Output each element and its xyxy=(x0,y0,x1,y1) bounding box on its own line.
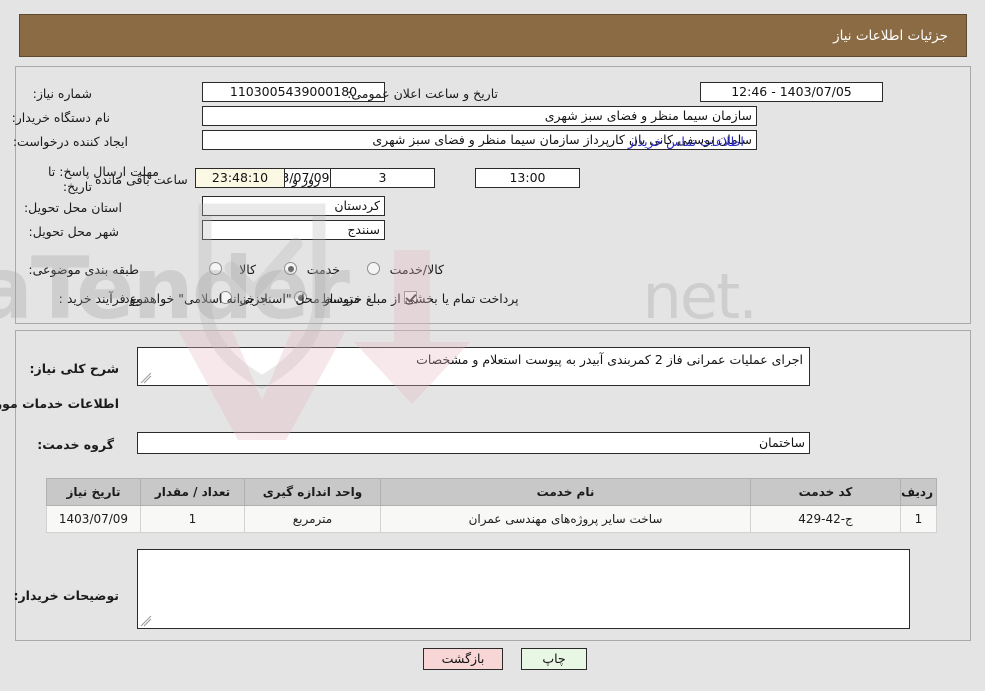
province-value: کردستان xyxy=(202,196,385,216)
need-summary-panel xyxy=(15,66,971,324)
cell-qty: 1 xyxy=(140,505,245,533)
radio-category-kala-khedmat-label[interactable]: کالا/خدمت xyxy=(390,262,444,277)
col-code: کد خدمت xyxy=(750,478,901,506)
announce-datetime-label: تاریخ و ساعت اعلان عمومی: xyxy=(347,86,498,101)
cell-code: ج-42-429 xyxy=(750,505,901,533)
table-header-row: ردیف کد خدمت نام خدمت واحد اندازه گیری ت… xyxy=(46,478,937,506)
buyer-org-value: سازمان سیما منظر و فضای سبز شهری xyxy=(202,106,757,126)
page-header-bar: جزئیات اطلاعات نیاز xyxy=(19,14,967,57)
radio-category-khedmat[interactable] xyxy=(284,262,297,275)
radio-category-kala-label[interactable]: کالا xyxy=(239,262,256,277)
cell-radif: 1 xyxy=(900,505,937,533)
announce-datetime-field: 1403/07/05 - 12:46 xyxy=(700,82,883,102)
service-group-value: ساختمان xyxy=(137,432,810,454)
summary-label: شرح کلی نیاز: xyxy=(29,361,119,376)
services-heading: اطلاعات خدمات مورد نیاز xyxy=(0,396,119,411)
cell-date: 1403/07/09 xyxy=(46,505,141,533)
deadline-label-line2: تاریخ: xyxy=(62,179,92,194)
service-group-label: گروه خدمت: xyxy=(37,437,114,452)
resize-grip-icon[interactable] xyxy=(140,615,152,627)
countdown-timer: 23:48:10 xyxy=(195,168,285,188)
col-radif: ردیف xyxy=(900,478,937,506)
services-table: ردیف کد خدمت نام خدمت واحد اندازه گیری ت… xyxy=(46,478,937,533)
col-name: نام خدمت xyxy=(380,478,751,506)
cell-unit: مترمربع xyxy=(244,505,381,533)
col-unit: واحد اندازه گیری xyxy=(244,478,381,506)
print-button[interactable]: چاپ xyxy=(521,648,587,670)
summary-textarea[interactable]: اجرای عملیات عمرانی فاز 2 کمربندی آبیدر … xyxy=(137,347,810,386)
category-label: طبقه بندی موضوعی: xyxy=(28,262,139,277)
buyer-org-label: نام دستگاه خریدار: xyxy=(11,110,110,125)
radio-category-khedmat-label[interactable]: خدمت xyxy=(307,262,340,277)
province-label: استان محل تحویل: xyxy=(23,200,122,215)
city-label: شهر محل تحویل: xyxy=(28,224,119,239)
deadline-hour-value: 13:00 xyxy=(475,168,580,188)
city-value: سنندج xyxy=(202,220,385,240)
page-root: AriaTender .net جزئیات اطلاعات نیاز شمار… xyxy=(0,0,985,691)
col-qty: تعداد / مقدار xyxy=(140,478,245,506)
radio-category-kala[interactable] xyxy=(209,262,222,275)
radio-category-kala-khedmat[interactable] xyxy=(367,262,380,275)
days-word: روز و xyxy=(292,172,321,187)
remaining-time-label: ساعت باقی مانده xyxy=(95,172,188,187)
col-date: تاریخ نیاز xyxy=(46,478,141,506)
resize-grip-icon[interactable] xyxy=(140,372,152,384)
islamic-treasury-note: پرداخت تمام یا بخشی از مبلغ خرید،از محل … xyxy=(120,291,519,306)
buyer-notes-label: توضیحات خریدار: xyxy=(13,588,119,603)
back-button[interactable]: بازگشت xyxy=(423,648,503,670)
need-number-label: شماره نیاز: xyxy=(32,86,92,101)
creator-label: ایجاد کننده درخواست: xyxy=(12,134,128,149)
buyer-notes-textarea[interactable] xyxy=(137,549,910,629)
page-title: جزئیات اطلاعات نیاز xyxy=(833,27,948,44)
summary-text: اجرای عملیات عمرانی فاز 2 کمربندی آبیدر … xyxy=(416,352,803,367)
deadline-days-value: 3 xyxy=(330,168,435,188)
table-row: 1 ج-42-429 ساخت سایر پروژه‌های مهندسی عم… xyxy=(46,505,937,533)
cell-name: ساخت سایر پروژه‌های مهندسی عمران xyxy=(380,505,751,533)
buyer-contact-link[interactable]: اطلاعات تماس خریدار xyxy=(628,134,744,149)
